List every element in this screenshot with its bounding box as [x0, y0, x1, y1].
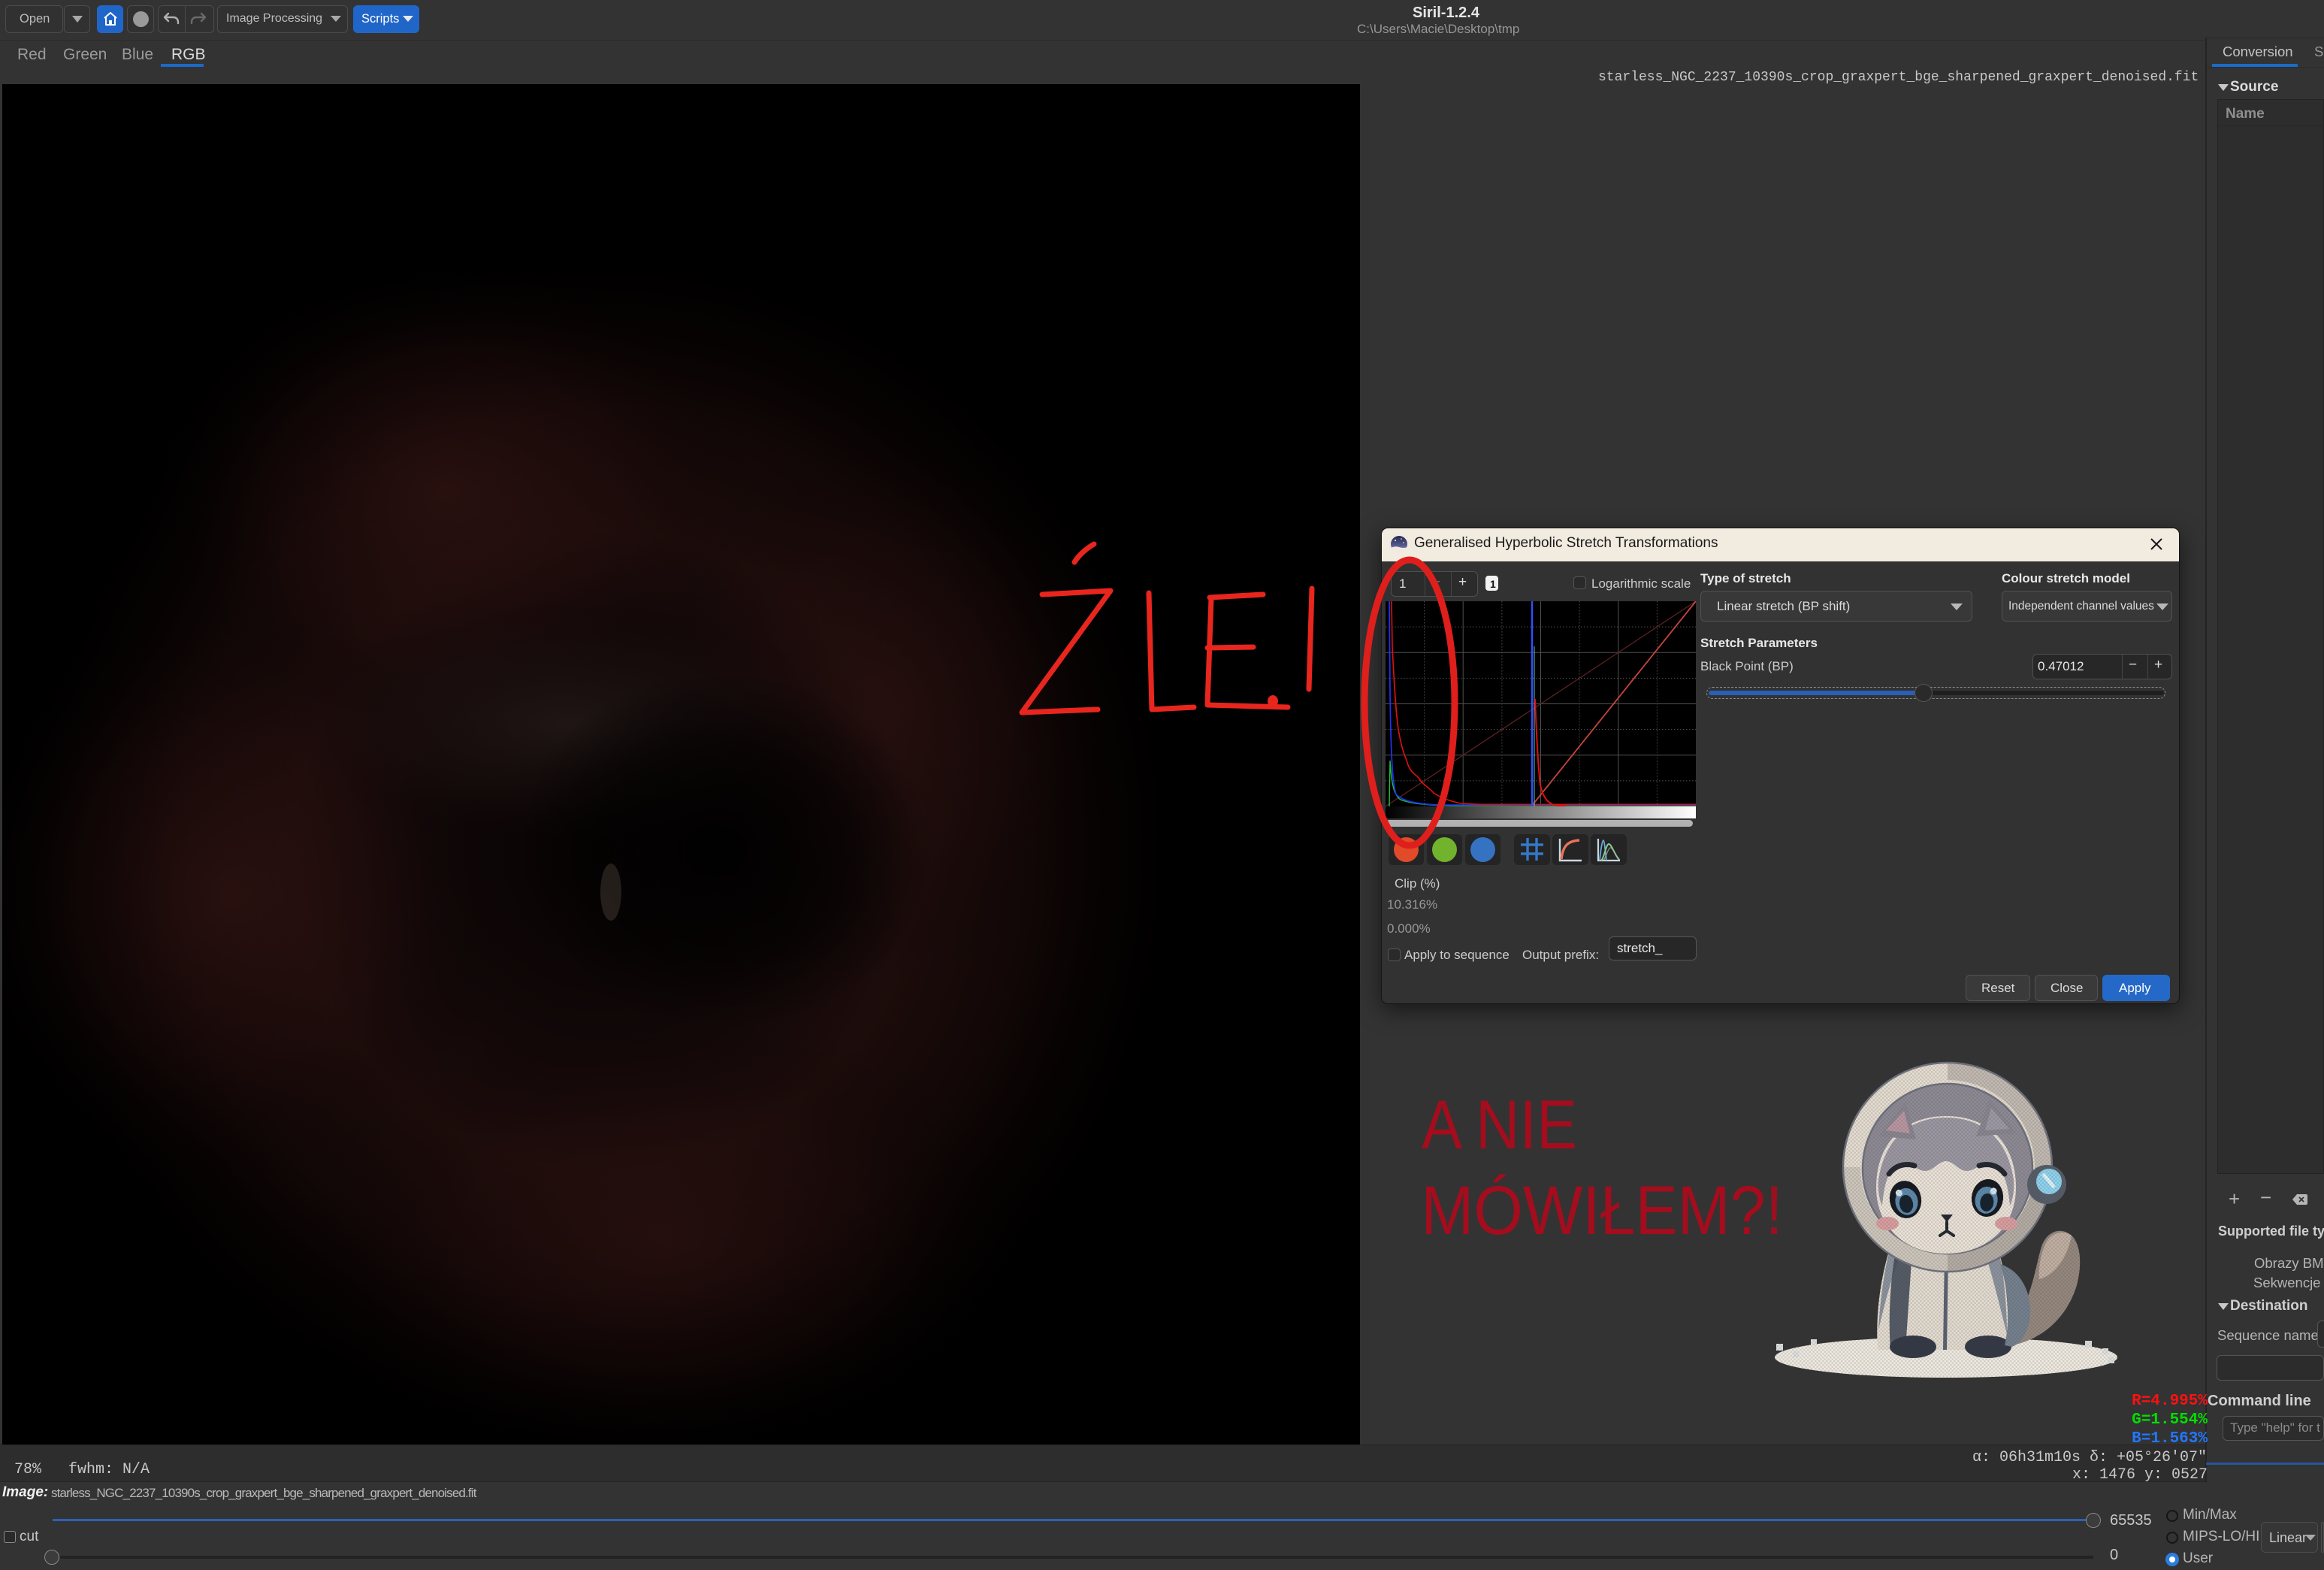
svg-text:A NIE: A NIE [1422, 1087, 1577, 1163]
svg-text:MÓWIŁEM?!: MÓWIŁEM?! [1421, 1172, 1783, 1249]
